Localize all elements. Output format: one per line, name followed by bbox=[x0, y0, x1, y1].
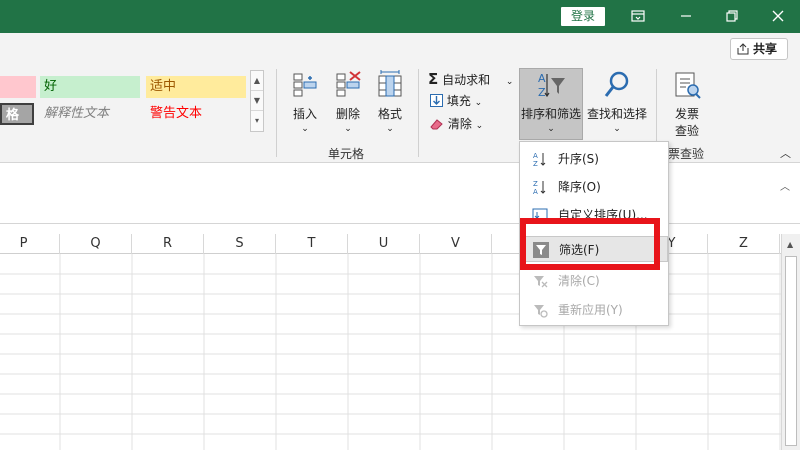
menu-item-label: 清除(C) bbox=[558, 274, 600, 288]
gallery-up-icon[interactable]: ▲ bbox=[251, 71, 263, 91]
gallery-down-icon[interactable]: ▼ bbox=[251, 91, 263, 111]
menu-item-sort-descending[interactable]: Z A 降序(O) bbox=[520, 174, 668, 200]
insert-button[interactable]: 插入 ⌄ bbox=[287, 70, 323, 134]
chevron-down-icon: ⌄ bbox=[613, 124, 621, 134]
chevron-down-icon: ⌄ bbox=[386, 124, 394, 134]
chevron-down-icon: ⌄ bbox=[505, 77, 514, 87]
svg-text:Z: Z bbox=[533, 180, 538, 188]
clear-button[interactable]: 清除 ⌄ bbox=[430, 114, 483, 134]
column-header-t[interactable]: T bbox=[276, 234, 348, 254]
column-header-s[interactable]: S bbox=[204, 234, 276, 254]
restore-icon[interactable] bbox=[724, 8, 740, 24]
fill-down-icon bbox=[430, 94, 443, 107]
scroll-up-icon[interactable]: ▲ bbox=[787, 240, 793, 249]
column-header-p[interactable]: P bbox=[0, 234, 60, 254]
clear-filter-icon bbox=[534, 276, 548, 288]
eraser-icon bbox=[430, 119, 443, 130]
delete-cells-icon bbox=[336, 71, 361, 97]
format-button[interactable]: 格式 ⌄ bbox=[372, 70, 408, 134]
magnifier-icon bbox=[604, 71, 629, 97]
sort-filter-icon: A Z bbox=[538, 72, 565, 99]
menu-item-reapply: 重新应用(Y) bbox=[520, 297, 668, 323]
format-cells-icon bbox=[378, 70, 402, 97]
ribbon-display-icon[interactable] bbox=[630, 8, 646, 24]
share-label: 共享 bbox=[753, 42, 778, 56]
clear-label: 清除 bbox=[447, 117, 472, 131]
collapse-ribbon-icon[interactable]: ︿ bbox=[780, 145, 791, 161]
column-header-q[interactable]: Q bbox=[60, 234, 132, 254]
delete-button[interactable]: 删除 ⌄ bbox=[330, 70, 366, 134]
menu-item-label: 升序(S) bbox=[558, 152, 599, 166]
sort-descending-icon: Z A bbox=[533, 180, 546, 195]
menu-item-clear-filter: 清除(C) bbox=[520, 268, 668, 294]
share-button[interactable]: 共享 bbox=[730, 38, 788, 60]
gallery-scroll[interactable]: ▲ ▼ ▾ bbox=[250, 70, 264, 132]
fill-label: 填充 bbox=[446, 94, 471, 108]
svg-text:Z: Z bbox=[538, 86, 546, 99]
reapply-filter-icon bbox=[534, 305, 548, 318]
svg-text:A: A bbox=[533, 152, 538, 160]
find-select-label: 查找和选择 bbox=[586, 107, 647, 121]
autosum-button[interactable]: Σ 自动求和 ⌄ bbox=[428, 69, 513, 89]
sort-filter-label: 排序和筛选 bbox=[520, 107, 581, 121]
style-neutral-cell[interactable]: 适中 bbox=[146, 76, 246, 98]
scrollbar-thumb[interactable] bbox=[785, 256, 797, 446]
formula-bar-area[interactable]: ︿ bbox=[0, 174, 800, 224]
sort-ascending-icon: A Z bbox=[533, 152, 546, 167]
chevron-down-icon: ⌄ bbox=[344, 124, 352, 134]
chevron-down-icon: ⌄ bbox=[474, 98, 483, 108]
fill-button[interactable]: 填充 ⌄ bbox=[430, 91, 482, 111]
menu-item-sort-ascending[interactable]: A Z 升序(S) bbox=[520, 146, 668, 172]
style-good-cell[interactable]: 好 bbox=[40, 76, 140, 98]
style-bad-cell[interactable] bbox=[0, 76, 36, 98]
chevron-down-icon: ⌄ bbox=[301, 124, 309, 134]
insert-cells-icon bbox=[293, 73, 317, 97]
invoice-check-button[interactable]: 发票 查验 bbox=[665, 70, 709, 139]
style-warning-cell[interactable]: 警告文本 bbox=[146, 103, 246, 125]
column-header-u[interactable]: U bbox=[348, 234, 420, 254]
delete-label: 删除 bbox=[335, 107, 360, 121]
highlight-annotation-box bbox=[520, 218, 660, 270]
ribbon: 共享 好 适中 格 解释性文本 警告文本 ▲ ▼ ▾ 插入 ⌄ 删除 ⌄ 格式 … bbox=[0, 33, 800, 163]
group-divider bbox=[276, 69, 277, 157]
menu-item-label: 降序(O) bbox=[558, 180, 601, 194]
vertical-scrollbar[interactable]: ▲ bbox=[781, 234, 800, 450]
invoice-icon bbox=[675, 72, 701, 99]
chevron-down-icon: ⌄ bbox=[475, 121, 484, 131]
style-check-cell[interactable]: 格 bbox=[0, 103, 34, 125]
autosum-label: 自动求和 bbox=[442, 73, 491, 87]
invoice-label-line2: 查验 bbox=[674, 124, 699, 138]
sigma-icon: Σ bbox=[428, 70, 439, 88]
svg-text:A: A bbox=[538, 72, 546, 85]
invoice-label-line1: 发票 bbox=[674, 107, 699, 121]
insert-label: 插入 bbox=[292, 107, 317, 121]
sort-filter-button-content[interactable]: A Z 排序和筛选 ⌄ bbox=[519, 70, 583, 134]
column-header-v[interactable]: V bbox=[420, 234, 492, 254]
title-bar: 登录 bbox=[0, 0, 800, 33]
column-header-r[interactable]: R bbox=[132, 234, 204, 254]
minimize-icon[interactable] bbox=[678, 8, 694, 24]
menu-item-label: 重新应用(Y) bbox=[558, 303, 623, 317]
login-button[interactable]: 登录 bbox=[561, 7, 605, 26]
column-header-z[interactable]: Z bbox=[708, 234, 780, 254]
gallery-more-icon[interactable]: ▾ bbox=[251, 111, 263, 131]
close-icon[interactable] bbox=[770, 8, 786, 24]
svg-text:A: A bbox=[533, 188, 538, 195]
find-select-button[interactable]: 查找和选择 ⌄ bbox=[586, 70, 648, 134]
collapse-formula-icon[interactable]: ︿ bbox=[780, 178, 790, 193]
cells-group-label: 单元格 bbox=[328, 147, 365, 161]
group-divider bbox=[418, 69, 419, 157]
style-explanatory-cell[interactable]: 解释性文本 bbox=[40, 103, 140, 125]
share-icon bbox=[737, 43, 749, 55]
format-label: 格式 bbox=[377, 107, 402, 121]
svg-text:Z: Z bbox=[533, 160, 538, 167]
chevron-down-icon: ⌄ bbox=[547, 124, 555, 134]
